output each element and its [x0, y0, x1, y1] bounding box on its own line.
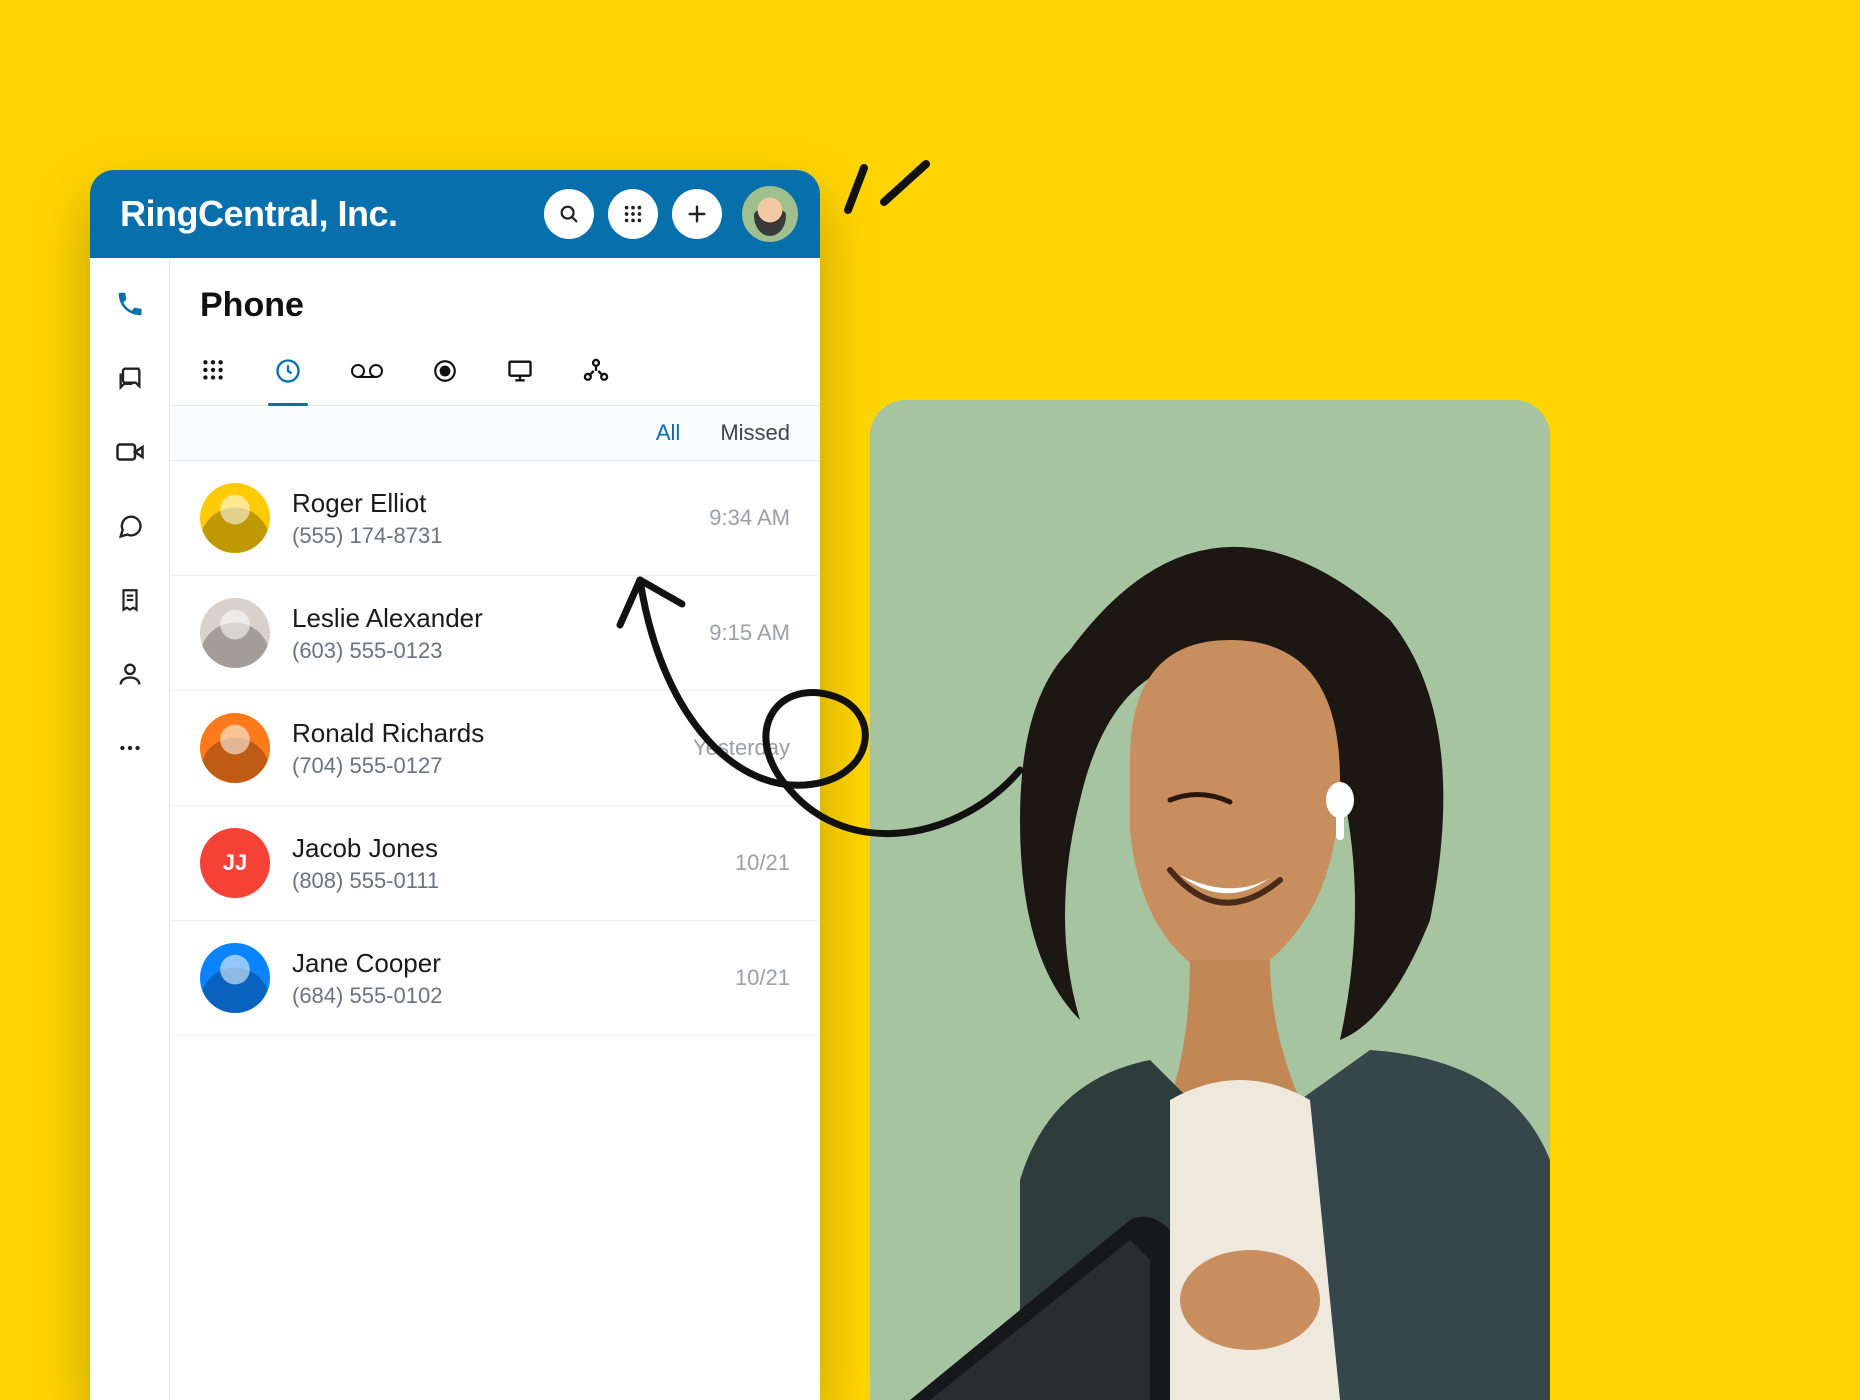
call-time: 9:34 AM — [709, 505, 790, 531]
clock-icon — [274, 357, 302, 385]
nav-contacts[interactable] — [110, 654, 150, 694]
call-avatar: JJ — [200, 828, 270, 898]
plus-icon — [686, 203, 708, 225]
call-name: Leslie Alexander — [292, 603, 687, 634]
dialpad-icon — [200, 358, 226, 384]
more-icon — [117, 735, 143, 761]
call-avatar — [200, 713, 270, 783]
nav-chat[interactable] — [110, 506, 150, 546]
call-name: Roger Elliot — [292, 488, 687, 519]
call-number: (603) 555-0123 — [292, 638, 687, 664]
call-name: Ronald Richards — [292, 718, 671, 749]
contacts-icon — [116, 660, 144, 688]
new-button[interactable] — [672, 189, 722, 239]
phone-pane: Phone — [170, 258, 820, 1400]
call-info: Jacob Jones (808) 555-0111 — [292, 833, 713, 894]
subtab-hud[interactable] — [506, 347, 534, 395]
nav-rail — [90, 258, 170, 1400]
notes-icon — [117, 587, 143, 613]
subtab-recordings[interactable] — [432, 347, 458, 395]
nav-notes[interactable] — [110, 580, 150, 620]
subtab-conference[interactable] — [582, 347, 610, 395]
call-row[interactable]: Jane Cooper (684) 555-0102 10/21 — [170, 921, 820, 1036]
app-header: RingCentral, Inc. — [90, 170, 820, 258]
call-time: 10/21 — [735, 965, 790, 991]
dialpad-icon — [622, 203, 644, 225]
call-avatar — [200, 483, 270, 553]
ringcentral-app: RingCentral, Inc. — [90, 170, 820, 1400]
call-name: Jane Cooper — [292, 948, 713, 979]
search-icon — [558, 203, 580, 225]
filter-missed[interactable]: Missed — [720, 420, 790, 446]
nav-messages[interactable] — [110, 358, 150, 398]
search-button[interactable] — [544, 189, 594, 239]
call-filters: All Missed — [170, 406, 820, 461]
hero-photo — [870, 400, 1550, 1400]
call-row[interactable]: Leslie Alexander (603) 555-0123 9:15 AM — [170, 576, 820, 691]
monitor-icon — [506, 357, 534, 385]
call-number: (704) 555-0127 — [292, 753, 671, 779]
call-number: (808) 555-0111 — [292, 868, 713, 894]
spark-decoration — [830, 140, 940, 230]
call-info: Roger Elliot (555) 174-8731 — [292, 488, 687, 549]
phone-subtabs — [170, 347, 820, 406]
call-row[interactable]: JJ Jacob Jones (808) 555-0111 10/21 — [170, 806, 820, 921]
call-avatar — [200, 598, 270, 668]
app-body: Phone — [90, 258, 820, 1400]
profile-avatar[interactable] — [742, 186, 798, 242]
video-icon — [115, 437, 145, 467]
nav-phone[interactable] — [110, 284, 150, 324]
call-name: Jacob Jones — [292, 833, 713, 864]
call-row[interactable]: Ronald Richards (704) 555-0127 Yesterday — [170, 691, 820, 806]
call-info: Jane Cooper (684) 555-0102 — [292, 948, 713, 1009]
messages-icon — [116, 364, 144, 392]
call-avatar — [200, 943, 270, 1013]
call-time: 10/21 — [735, 850, 790, 876]
chat-icon — [116, 512, 144, 540]
dialpad-button[interactable] — [608, 189, 658, 239]
subtab-voicemail[interactable] — [350, 347, 384, 395]
call-time: 9:15 AM — [709, 620, 790, 646]
record-icon — [432, 358, 458, 384]
call-info: Ronald Richards (704) 555-0127 — [292, 718, 671, 779]
call-info: Leslie Alexander (603) 555-0123 — [292, 603, 687, 664]
nav-video[interactable] — [110, 432, 150, 472]
voicemail-icon — [350, 359, 384, 383]
nav-more[interactable] — [110, 728, 150, 768]
app-title: RingCentral, Inc. — [120, 193, 530, 235]
call-number: (684) 555-0102 — [292, 983, 713, 1009]
subtab-dialpad[interactable] — [200, 347, 226, 395]
call-number: (555) 174-8731 — [292, 523, 687, 549]
call-row[interactable]: Roger Elliot (555) 174-8731 9:34 AM — [170, 461, 820, 576]
call-time: Yesterday — [693, 735, 790, 761]
section-title: Phone — [170, 258, 820, 347]
phone-icon — [115, 289, 145, 319]
subtab-recent[interactable] — [274, 347, 302, 395]
call-list: Roger Elliot (555) 174-8731 9:34 AM Leslie … — [170, 461, 820, 1400]
conference-icon — [582, 357, 610, 385]
filter-all[interactable]: All — [656, 420, 680, 446]
